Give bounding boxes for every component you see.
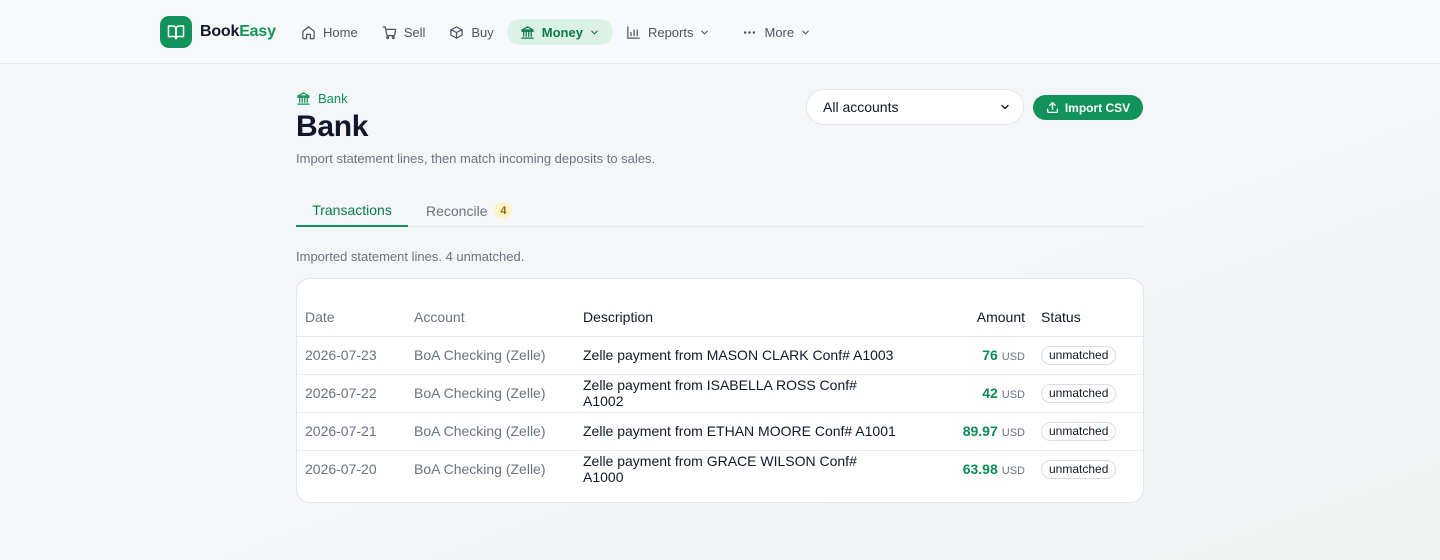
tab-transactions-label: Transactions xyxy=(312,201,392,218)
cell-amount: 63.98 USD xyxy=(904,450,1033,488)
cell-date: 2026-07-22 xyxy=(297,374,406,413)
nav-item-money[interactable]: Money xyxy=(506,19,613,45)
cell-description: Zelle payment from GRACE WILSON Conf# A1… xyxy=(583,453,857,486)
page-title: Bank xyxy=(296,110,369,143)
more-dots-icon xyxy=(744,30,756,34)
col-header-description[interactable]: Description xyxy=(575,279,904,337)
amount-currency: USD xyxy=(1001,351,1025,363)
transactions-table: Date Account Description Amount Status 2… xyxy=(297,279,1143,488)
nav-item-home[interactable]: Home xyxy=(290,19,369,45)
cell-description: Zelle payment from ISABELLA ROSS Conf# A… xyxy=(575,374,904,413)
cell-description: Zelle payment from MASON CLARK Conf# A10… xyxy=(575,336,904,375)
cell-date: 2026-07-23 xyxy=(297,336,406,375)
cell-amount: 89.97 USD xyxy=(904,412,1033,451)
home-icon xyxy=(302,25,315,39)
bar-chart-icon xyxy=(627,25,640,39)
nav-item-buy[interactable]: Buy xyxy=(438,19,504,45)
book-open-icon xyxy=(160,16,192,48)
cell-date: 2026-07-21 xyxy=(297,412,406,451)
amount-value: 63.98 xyxy=(962,461,998,478)
nav-item-more[interactable]: More xyxy=(731,19,822,45)
tab-reconcile[interactable]: Reconcile 4 xyxy=(426,194,513,227)
cell-amount: 76 USD xyxy=(904,336,1033,375)
nav-label-more: More xyxy=(764,24,795,40)
import-csv-label: Import CSV xyxy=(1064,100,1131,115)
nav-label-buy: Buy xyxy=(471,24,494,40)
status-badge: unmatched xyxy=(1041,383,1117,403)
amount-currency: USD xyxy=(1001,389,1025,401)
amount-currency: USD xyxy=(1001,465,1025,478)
status-badge: unmatched xyxy=(1041,421,1117,441)
cell-status: unmatched xyxy=(1033,374,1143,413)
cell-amount: 42 USD xyxy=(904,374,1033,413)
cell-status: unmatched xyxy=(1033,412,1143,451)
tab-transactions[interactable]: Transactions xyxy=(296,194,408,227)
table-header-row: Date Account Description Amount Status xyxy=(297,279,1143,337)
nav-menu: Home Sell Buy Money Reports More xyxy=(290,19,824,45)
summary-text: Imported statement lines. 4 unmatched. xyxy=(296,249,525,264)
page-subtitle: Import statement lines, then match incom… xyxy=(296,151,656,166)
amount-value: 42 xyxy=(982,385,998,401)
chevron-down-icon xyxy=(802,30,809,34)
table-row[interactable]: 2026-07-20 BoA Checking (Zelle) Zelle pa… xyxy=(297,450,1143,488)
nav-label-sell: Sell xyxy=(403,24,426,40)
status-badge: unmatched xyxy=(1041,459,1117,479)
amount-currency: USD xyxy=(1001,427,1025,439)
cell-account: BoA Checking (Zelle) xyxy=(406,374,575,413)
nav-item-sell[interactable]: Sell xyxy=(371,19,437,45)
cell-account: BoA Checking (Zelle) xyxy=(406,412,575,451)
account-select[interactable]: All accounts xyxy=(806,89,1024,125)
tab-reconcile-label: Reconcile xyxy=(426,202,488,219)
nav-label-money: Money xyxy=(541,24,583,40)
col-header-account[interactable]: Account xyxy=(406,279,575,337)
brand-name: BookEasy xyxy=(200,23,276,40)
status-badge: unmatched xyxy=(1041,345,1117,365)
cart-icon xyxy=(382,25,397,39)
chevron-down-icon xyxy=(1001,104,1009,110)
table-row[interactable]: 2026-07-21 BoA Checking (Zelle) Zelle pa… xyxy=(297,412,1143,451)
cell-status: unmatched xyxy=(1033,336,1143,375)
col-header-amount[interactable]: Amount xyxy=(904,279,1033,337)
nav-label-home: Home xyxy=(323,24,358,40)
account-select-value: All accounts xyxy=(823,99,899,115)
brand[interactable]: BookEasy xyxy=(160,16,276,48)
bank-icon xyxy=(297,92,310,105)
upload-icon xyxy=(1046,101,1058,114)
amount-value: 89.97 xyxy=(962,423,998,439)
import-csv-button[interactable]: Import CSV xyxy=(1033,95,1143,120)
amount-value: 76 xyxy=(982,347,998,363)
tab-bar: Transactions Reconcile 4 xyxy=(296,194,1144,227)
col-header-date[interactable]: Date xyxy=(297,279,406,337)
top-nav: BookEasy Home Sell Buy Money Reports Mor… xyxy=(0,0,1440,64)
chevron-down-icon xyxy=(701,30,709,34)
breadcrumb[interactable]: Bank xyxy=(296,91,348,106)
cell-date: 2026-07-20 xyxy=(305,461,377,478)
bank-icon xyxy=(521,25,534,39)
cell-status: unmatched xyxy=(1033,450,1143,488)
cell-description: Zelle payment from ETHAN MOORE Conf# A10… xyxy=(575,412,904,451)
col-header-status[interactable]: Status xyxy=(1033,279,1143,337)
table-row[interactable]: 2026-07-23 BoA Checking (Zelle) Zelle pa… xyxy=(297,336,1143,375)
chevron-down-icon xyxy=(591,30,598,34)
transactions-table-card: Date Account Description Amount Status 2… xyxy=(296,278,1144,503)
nav-label-reports: Reports xyxy=(647,24,694,40)
cell-account: BoA Checking (Zelle) xyxy=(406,336,575,375)
nav-item-reports[interactable]: Reports xyxy=(615,19,722,45)
package-icon xyxy=(450,25,464,39)
breadcrumb-label: Bank xyxy=(318,91,348,106)
table-row[interactable]: 2026-07-22 BoA Checking (Zelle) Zelle pa… xyxy=(297,374,1143,413)
cell-account: BoA Checking (Zelle) xyxy=(414,461,546,478)
reconcile-count-badge: 4 xyxy=(494,202,513,219)
